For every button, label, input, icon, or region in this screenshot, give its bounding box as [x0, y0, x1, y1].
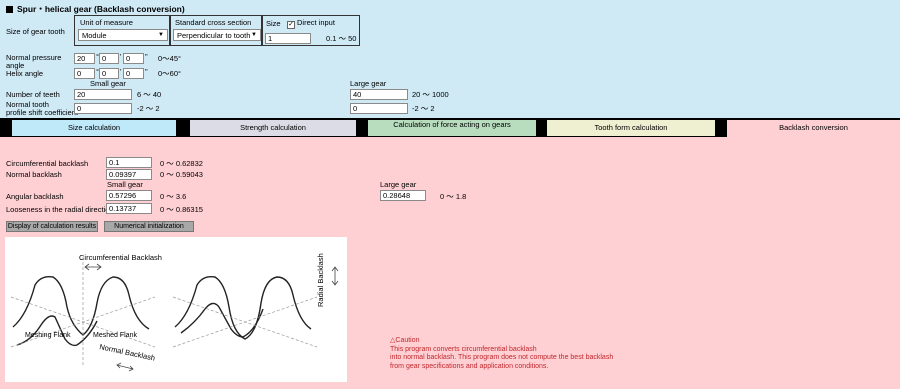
small-gear-label-2: Small gear — [107, 180, 143, 189]
standard-cross-section-select[interactable]: Perpendicular to tooth ▼ — [173, 29, 261, 41]
large-profile-shift-input[interactable]: 0 — [350, 103, 408, 114]
direct-input-label: Direct input — [297, 18, 335, 27]
second-unit: " — [145, 67, 148, 76]
meshing-flank-caption: Meshing Flank — [25, 332, 71, 339]
radial-looseness-label: Looseness in the radial direction — [6, 205, 114, 214]
small-angular-backlash-input[interactable]: 0.57296 — [106, 190, 152, 201]
size-of-gear-tooth-label: Size of gear tooth — [6, 27, 65, 36]
standard-cross-section-label: Standard cross section — [175, 18, 252, 27]
large-angular-backlash-input[interactable]: 0.28648 — [380, 190, 426, 201]
tab-backlash-conversion[interactable]: Backlash conversion — [727, 120, 900, 139]
small-teeth-input[interactable]: 20 — [74, 89, 132, 100]
pressure-angle-min-input[interactable]: 0 — [99, 53, 119, 64]
helix-angle-min-input[interactable]: 0 — [99, 68, 119, 79]
small-teeth-range: 6 ～ 40 — [137, 90, 162, 99]
chevron-down-icon: ▼ — [251, 32, 257, 38]
small-angular-backlash-range: 0 ～ 3.6 — [160, 192, 187, 201]
small-gear-label: Small gear — [90, 79, 126, 88]
direct-input-checkbox[interactable]: ✓ Direct input — [287, 19, 335, 29]
size-label: Size — [266, 19, 281, 28]
unit-of-measure-label: Unit of measure — [80, 18, 133, 27]
small-profile-shift-input[interactable]: 0 — [74, 103, 132, 114]
number-of-teeth-label: Number of teeth — [6, 90, 60, 99]
gear-backlash-illustration: Circumferential Backlash Meshing Flank M… — [10, 253, 339, 372]
normal-pressure-angle-label: Normal pressure angle — [6, 53, 62, 70]
meshed-flank-caption: Meshed Flank — [93, 332, 137, 339]
angular-backlash-label: Angular backlash — [6, 192, 64, 201]
caution-line-3: from gear specifications and application… — [390, 362, 549, 370]
radial-looseness-range: 0 ～ 0.86315 — [160, 205, 203, 214]
normal-backlash-input[interactable]: 0.09397 — [106, 169, 152, 180]
small-profile-shift-range: -2 ～ 2 — [137, 104, 160, 113]
tab-size-calculation[interactable]: Size calculation — [12, 120, 176, 136]
circumferential-backlash-input[interactable]: 0.1 — [106, 157, 152, 168]
helix-angle-sec-input[interactable]: 0 — [123, 68, 144, 79]
double-arrow-icon — [116, 362, 134, 372]
double-arrow-icon — [331, 266, 339, 286]
unit-of-measure-select[interactable]: Module ▼ — [78, 29, 168, 41]
pressure-angle-sec-input[interactable]: 0 — [123, 53, 144, 64]
helix-angle-range: 0～60° — [158, 69, 182, 78]
tab-force-calculation[interactable]: Calculation of force acting on gears — [368, 120, 536, 136]
minute-unit: ' — [120, 67, 122, 76]
profile-shift-label: Normal tooth profile shift coefficient — [6, 100, 78, 117]
radial-backlash-caption: Radial Backlash — [316, 253, 325, 307]
pressure-angle-deg-input[interactable]: 20 — [74, 53, 95, 64]
large-gear-label-2: Large gear — [380, 180, 417, 189]
large-angular-backlash-range: 0 ～ 1.8 — [440, 192, 467, 201]
chevron-down-icon: ▼ — [158, 32, 164, 38]
size-input[interactable]: 1 — [265, 33, 311, 44]
large-gear-label: Large gear — [350, 79, 387, 88]
double-arrow-icon — [84, 263, 102, 271]
caution-title: Caution — [395, 337, 420, 344]
helix-angle-label: Helix angle — [6, 69, 44, 78]
normal-backlash-label: Normal backlash — [6, 170, 62, 179]
caution-line-1: This program converts circumferential ba… — [390, 345, 537, 353]
circumferential-backlash-range: 0 ～ 0.62832 — [160, 159, 203, 168]
tab-strength-calculation[interactable]: Strength calculation — [190, 120, 356, 136]
helix-angle-deg-input[interactable]: 0 — [74, 68, 95, 79]
normal-backlash-range: 0 ～ 0.59043 — [160, 170, 203, 179]
radial-looseness-input[interactable]: 0.13737 — [106, 203, 152, 214]
large-profile-shift-range: -2 ～ 2 — [412, 104, 435, 113]
pressure-angle-range: 0～45° — [158, 54, 182, 63]
size-range: 0.1 ～ 50 — [326, 34, 357, 43]
page-title: Spur・helical gear (Backlash conversion) — [6, 3, 185, 15]
caution-note: △Caution This program converts circumfer… — [390, 337, 613, 371]
display-results-button[interactable]: Display of calculation results — [6, 221, 98, 232]
caution-line-2: into normal backlash. This program does … — [390, 354, 614, 361]
backlash-diagram: Circumferential Backlash Meshing Flank M… — [5, 237, 347, 382]
minute-unit: ' — [120, 52, 122, 61]
numerical-initialization-button[interactable]: Numerical initialization — [104, 221, 194, 232]
normal-backlash-caption: Normal Backlash — [99, 342, 156, 363]
tab-tooth-form-calculation[interactable]: Tooth form calculation — [547, 120, 715, 136]
circumferential-backlash-label: Circumferential backlash — [6, 159, 89, 168]
second-unit: " — [145, 52, 148, 61]
circumferential-backlash-caption: Circumferential Backlash — [79, 253, 162, 262]
large-teeth-input[interactable]: 40 — [350, 89, 408, 100]
large-teeth-range: 20 ～ 1000 — [412, 90, 449, 99]
checkmark-icon: ✓ — [287, 21, 295, 29]
